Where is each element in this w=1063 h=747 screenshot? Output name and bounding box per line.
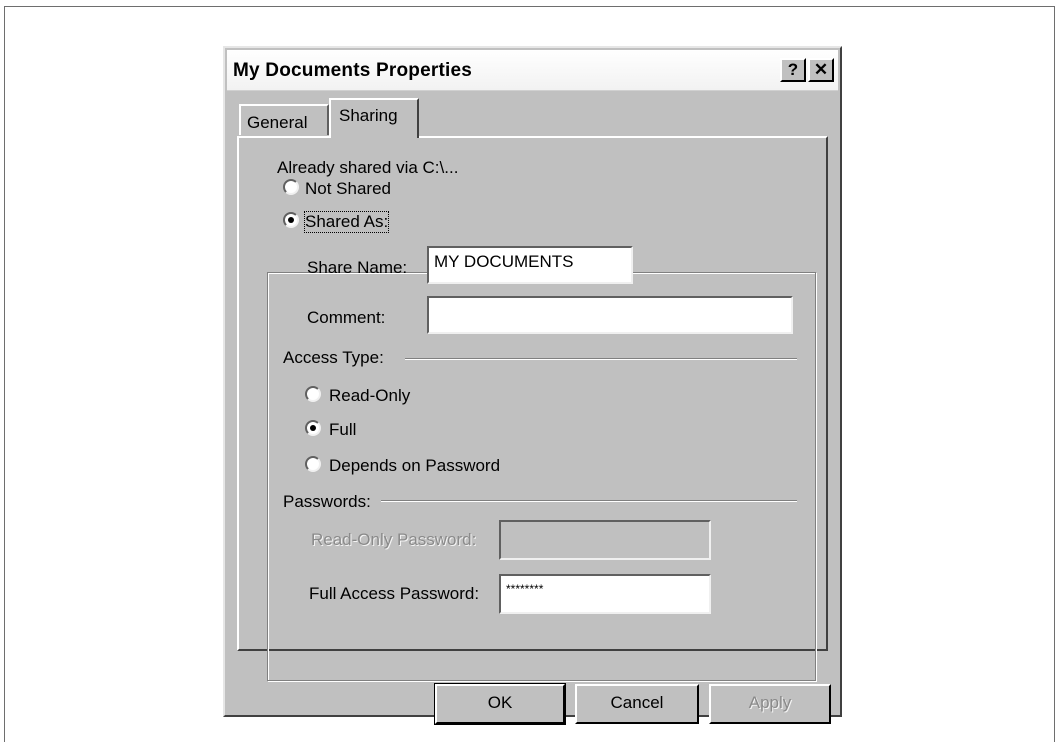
title-bar[interactable]: My Documents Properties ? ✕ [227, 50, 838, 91]
ok-button[interactable]: OK [434, 683, 566, 725]
tab-general[interactable]: General [239, 104, 329, 135]
full-access-password-input[interactable]: ******** [499, 574, 711, 614]
shared-as-label[interactable]: Shared As: [303, 211, 390, 233]
comment-label: Comment: [307, 308, 386, 327]
cancel-button[interactable]: Cancel [575, 684, 699, 724]
share-name-input[interactable]: MY DOCUMENTS [427, 246, 633, 284]
tab-sharing-label: Sharing [339, 106, 398, 125]
help-button[interactable]: ? [780, 58, 806, 82]
access-type-separator [405, 358, 797, 360]
read-only-radio[interactable] [305, 386, 321, 402]
shared-as-radio[interactable] [283, 212, 299, 228]
passwords-label: Passwords: [283, 492, 371, 511]
share-status-text: Already shared via C:\... [277, 158, 459, 177]
tab-sharing[interactable]: Sharing [329, 98, 419, 138]
not-shared-label[interactable]: Not Shared [305, 179, 391, 199]
access-type-label: Access Type: [283, 348, 384, 367]
read-only-password-label: Read-Only Password: [311, 530, 477, 549]
close-button[interactable]: ✕ [808, 58, 834, 82]
tab-general-label: General [247, 113, 308, 132]
read-only-password-input [499, 520, 711, 560]
full-access-label[interactable]: Full [329, 420, 356, 440]
share-name-label: Share Name: [307, 258, 408, 277]
not-shared-radio[interactable] [283, 179, 299, 195]
full-access-radio[interactable] [305, 420, 321, 436]
properties-dialog: My Documents Properties ? ✕ General Shar… [223, 46, 842, 725]
read-only-label[interactable]: Read-Only [329, 386, 410, 406]
comment-input[interactable] [427, 296, 793, 334]
depends-on-password-radio[interactable] [305, 456, 321, 472]
window-title: My Documents Properties [233, 60, 472, 81]
full-access-password-label: Full Access Password: [309, 584, 480, 603]
apply-button: Apply [709, 684, 831, 724]
depends-on-password-label[interactable]: Depends on Password [329, 456, 500, 476]
passwords-separator [381, 500, 797, 502]
